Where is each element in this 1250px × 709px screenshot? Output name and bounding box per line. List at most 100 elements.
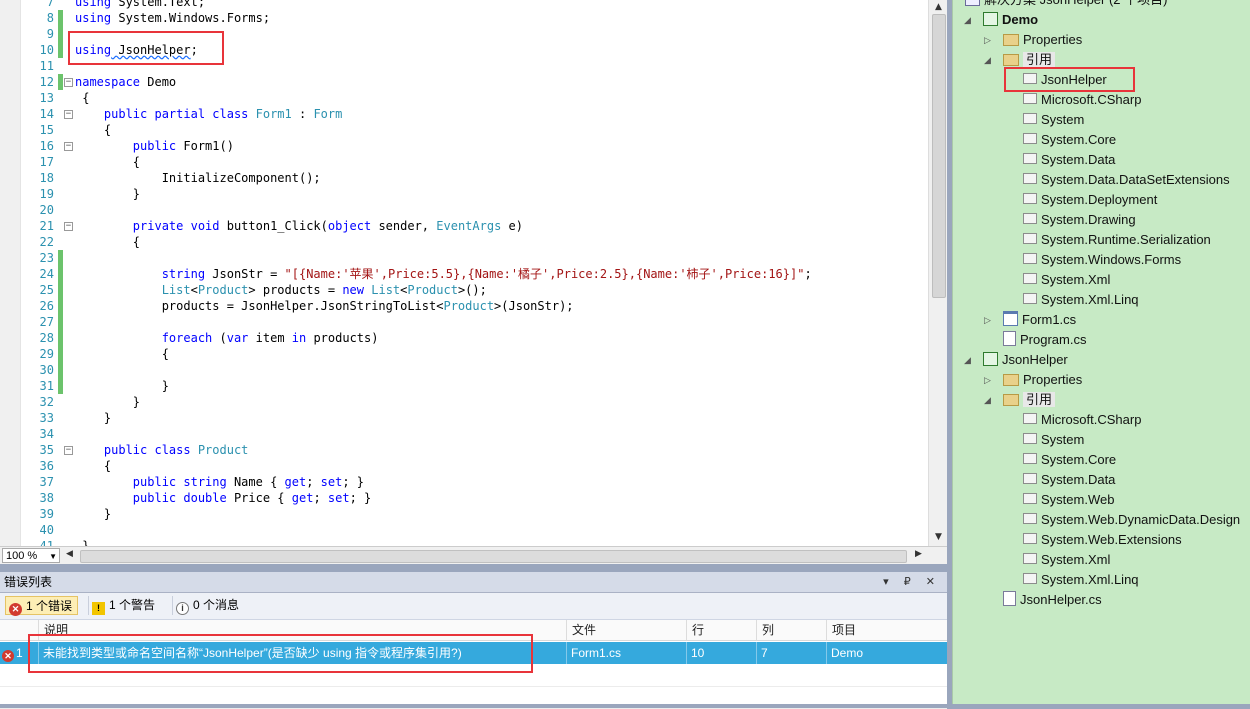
code-text[interactable]: using System.Text;	[75, 0, 205, 10]
expanded-arrow-icon[interactable]: ◢	[984, 390, 991, 410]
code-text[interactable]: public partial class Form1 : Form	[75, 106, 342, 122]
expanded-arrow-icon[interactable]: ◢	[964, 10, 971, 30]
scroll-down-arrow-icon[interactable]: ▼	[929, 530, 947, 544]
collapse-toggle-icon[interactable]: −	[64, 446, 73, 455]
tree-item[interactable]: System	[1023, 430, 1084, 450]
zoom-level-dropdown[interactable]: 100 % ▼	[2, 548, 60, 563]
column-header-file[interactable]: 文件	[566, 620, 686, 640]
code-line[interactable]: 37 public string Name { get; set; }	[20, 474, 928, 490]
code-editor[interactable]: 7 using System.Text; 8 using System.Windows…	[0, 0, 947, 564]
code-text[interactable]: }	[75, 506, 111, 522]
code-line[interactable]: 40	[20, 522, 928, 538]
tree-item[interactable]: JsonHelper.cs	[1003, 590, 1102, 610]
code-line[interactable]: 13 {	[20, 90, 928, 106]
code-text[interactable]: public class Product	[75, 442, 249, 458]
collapse-toggle-icon[interactable]: −	[64, 142, 73, 151]
code-line[interactable]: 22 {	[20, 234, 928, 250]
code-text[interactable]: }	[75, 378, 169, 394]
code-text[interactable]: }	[75, 394, 140, 410]
editor-vertical-scrollbar[interactable]: ▲ ▼	[928, 0, 947, 546]
tree-item[interactable]: System.Data	[1023, 150, 1115, 170]
code-line[interactable]: 24 string JsonStr = "[{Name:'苹果',Price:5…	[20, 266, 928, 282]
tree-item[interactable]: ▷ Form1.cs	[984, 310, 1076, 330]
tree-item[interactable]: System.Drawing	[1023, 210, 1136, 230]
collapse-toggle-icon[interactable]: −	[64, 110, 73, 119]
code-text[interactable]: }	[75, 186, 140, 202]
code-line[interactable]: 20	[20, 202, 928, 218]
tree-item[interactable]: ◢ 引用	[984, 390, 1056, 410]
expanded-arrow-icon[interactable]: ◢	[984, 50, 991, 70]
tree-item[interactable]: System	[1023, 110, 1084, 130]
code-text[interactable]: namespace Demo	[75, 74, 176, 90]
code-line[interactable]: 33 }	[20, 410, 928, 426]
code-line[interactable]: 23	[20, 250, 928, 266]
code-text[interactable]: {	[75, 234, 140, 250]
tree-item[interactable]: System.Deployment	[1023, 190, 1157, 210]
tree-item[interactable]: ▷ Properties	[984, 370, 1082, 390]
code-text[interactable]: public string Name { get; set; }	[75, 474, 364, 490]
collapsed-arrow-icon[interactable]: ▷	[984, 30, 991, 50]
column-header-project[interactable]: 项目	[826, 620, 947, 640]
tree-item[interactable]: System.Web.DynamicData.Design	[1023, 510, 1240, 530]
tree-item[interactable]: ◢ JsonHelper	[964, 350, 1068, 370]
code-line[interactable]: 12 − namespace Demo	[20, 74, 928, 90]
scroll-up-arrow-icon[interactable]: ▲	[929, 0, 947, 14]
code-text[interactable]: public double Price { get; set; }	[75, 490, 371, 506]
messages-filter-button[interactable]: i 0 个消息	[172, 596, 244, 615]
code-text[interactable]: }	[75, 410, 111, 426]
panel-window-buttons[interactable]: ▾ ₽ ✕	[883, 572, 941, 592]
tree-item[interactable]: System.Data	[1023, 470, 1115, 490]
collapsed-arrow-icon[interactable]: ▷	[984, 370, 991, 390]
code-line[interactable]: 17 {	[20, 154, 928, 170]
code-line[interactable]: 8 using System.Windows.Forms;	[20, 10, 928, 26]
tree-item[interactable]: System.Xml	[1023, 270, 1110, 290]
collapsed-arrow-icon[interactable]: ▷	[984, 310, 991, 330]
code-text[interactable]: {	[75, 90, 89, 106]
tree-item[interactable]: ▷ Properties	[984, 30, 1082, 50]
code-line[interactable]: 7 using System.Text;	[20, 0, 928, 10]
code-text[interactable]: List<Product> products = new List<Produc…	[75, 282, 487, 298]
collapse-toggle-icon[interactable]: −	[64, 222, 73, 231]
code-text[interactable]: {	[75, 122, 111, 138]
code-line[interactable]: 28 foreach (var item in products)	[20, 330, 928, 346]
code-text[interactable]: public Form1()	[75, 138, 234, 154]
tree-item[interactable]: 解决方案 JsonHelper (2 个项目)	[965, 0, 1167, 10]
scroll-right-arrow-icon[interactable]: ▶	[915, 548, 922, 559]
code-line[interactable]: 16 − public Form1()	[20, 138, 928, 154]
errors-filter-button[interactable]: ✕ 1 个错误	[5, 596, 79, 616]
collapse-toggle-icon[interactable]: −	[64, 78, 73, 87]
tree-item[interactable]: System.Xml.Linq	[1023, 290, 1139, 310]
code-line[interactable]: 19 }	[20, 186, 928, 202]
vertical-scroll-thumb[interactable]	[932, 14, 946, 298]
warnings-filter-button[interactable]: ! 1 个警告	[88, 596, 160, 615]
tree-item[interactable]: Microsoft.CSharp	[1023, 410, 1141, 430]
tree-item[interactable]: System.Web.Extensions	[1023, 530, 1182, 550]
tree-item[interactable]: System.Data.DataSetExtensions	[1023, 170, 1230, 190]
tree-item[interactable]: System.Xml	[1023, 550, 1110, 570]
code-line[interactable]: 27	[20, 314, 928, 330]
tree-item[interactable]: System.Core	[1023, 450, 1116, 470]
code-line[interactable]: 36 {	[20, 458, 928, 474]
code-line[interactable]: 34	[20, 426, 928, 442]
code-line[interactable]: 39 }	[20, 506, 928, 522]
scroll-left-arrow-icon[interactable]: ◀	[66, 548, 73, 559]
code-text[interactable]: using System.Windows.Forms;	[75, 10, 270, 26]
code-text[interactable]: products = JsonHelper.JsonStringToList<P…	[75, 298, 574, 314]
code-text[interactable]: private void button1_Click(object sender…	[75, 218, 523, 234]
tree-item[interactable]: ◢ Demo	[964, 10, 1038, 30]
column-header-line[interactable]: 行	[686, 620, 756, 640]
code-line[interactable]: 14 − public partial class Form1 : Form	[20, 106, 928, 122]
code-line[interactable]: 26 products = JsonHelper.JsonStringToLis…	[20, 298, 928, 314]
code-line[interactable]: 31 }	[20, 378, 928, 394]
code-line[interactable]: 32 }	[20, 394, 928, 410]
horizontal-scroll-thumb[interactable]	[80, 550, 907, 563]
code-line[interactable]: 38 public double Price { get; set; }	[20, 490, 928, 506]
tree-item[interactable]: Program.cs	[1003, 330, 1086, 350]
tree-item[interactable]: System.Core	[1023, 130, 1116, 150]
code-text[interactable]: {	[75, 458, 111, 474]
code-line[interactable]: 21 − private void button1_Click(object se…	[20, 218, 928, 234]
tree-item[interactable]: System.Xml.Linq	[1023, 570, 1139, 590]
code-line[interactable]: 30	[20, 362, 928, 378]
code-line[interactable]: 35 − public class Product	[20, 442, 928, 458]
code-text[interactable]: string JsonStr = "[{Name:'苹果',Price:5.5}…	[75, 266, 812, 282]
